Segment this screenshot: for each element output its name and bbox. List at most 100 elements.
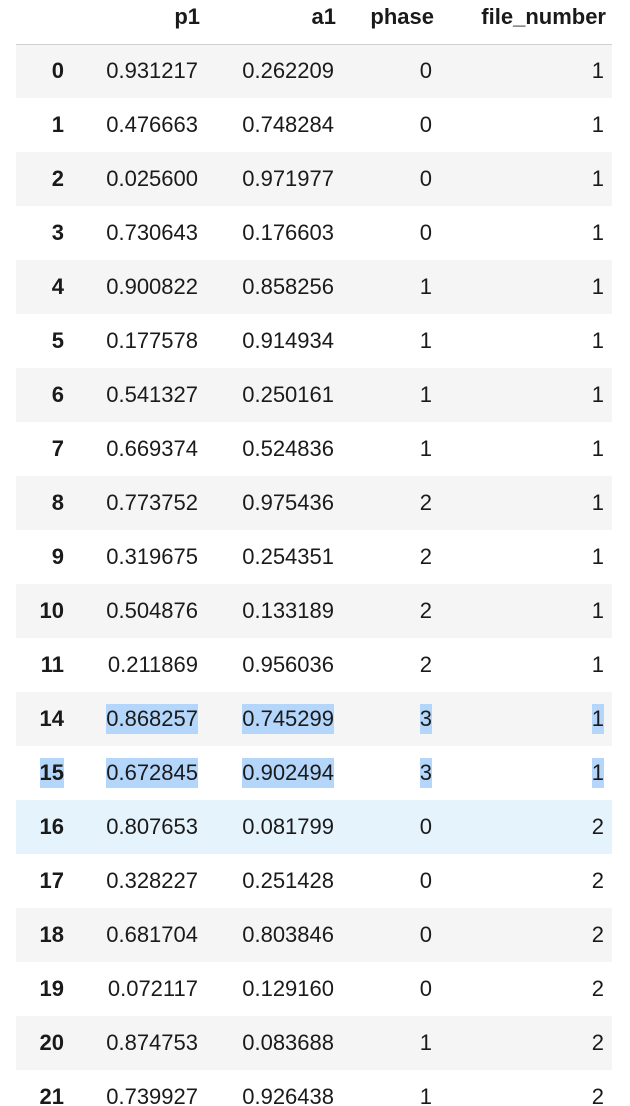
table-row[interactable]: 16 0.807653 0.081799 0 2 <box>16 800 612 854</box>
cell-phase[interactable]: 1 <box>342 314 440 368</box>
cell-phase[interactable]: 0 <box>342 908 440 962</box>
table-row[interactable]: 14 0.868257 0.745299 3 1 <box>16 692 612 746</box>
cell-p1[interactable]: 0.177578 <box>70 314 206 368</box>
table-row[interactable]: 1 0.476663 0.748284 0 1 <box>16 98 612 152</box>
cell-p1[interactable]: 0.025600 <box>70 152 206 206</box>
cell-a1[interactable]: 0.971977 <box>206 152 342 206</box>
cell-p1[interactable]: 0.672845 <box>70 746 206 800</box>
cell-phase[interactable]: 2 <box>342 584 440 638</box>
cell-a1[interactable]: 0.956036 <box>206 638 342 692</box>
cell-a1[interactable]: 0.083688 <box>206 1016 342 1070</box>
cell-a1[interactable]: 0.926438 <box>206 1070 342 1106</box>
table-row[interactable]: 17 0.328227 0.251428 0 2 <box>16 854 612 908</box>
cell-file-number[interactable]: 2 <box>440 854 612 908</box>
cell-file-number[interactable]: 1 <box>440 422 612 476</box>
cell-a1[interactable]: 0.858256 <box>206 260 342 314</box>
cell-file-number[interactable]: 1 <box>440 692 612 746</box>
cell-a1[interactable]: 0.176603 <box>206 206 342 260</box>
cell-a1[interactable]: 0.745299 <box>206 692 342 746</box>
table-row[interactable]: 20 0.874753 0.083688 1 2 <box>16 1016 612 1070</box>
cell-p1[interactable]: 0.669374 <box>70 422 206 476</box>
cell-p1[interactable]: 0.211869 <box>70 638 206 692</box>
cell-p1[interactable]: 0.072117 <box>70 962 206 1016</box>
cell-a1[interactable]: 0.081799 <box>206 800 342 854</box>
table-row[interactable]: 0 0.931217 0.262209 0 1 <box>16 44 612 98</box>
cell-p1[interactable]: 0.541327 <box>70 368 206 422</box>
cell-p1[interactable]: 0.504876 <box>70 584 206 638</box>
cell-p1[interactable]: 0.773752 <box>70 476 206 530</box>
cell-p1[interactable]: 0.681704 <box>70 908 206 962</box>
cell-p1[interactable]: 0.807653 <box>70 800 206 854</box>
cell-a1[interactable]: 0.254351 <box>206 530 342 584</box>
cell-p1[interactable]: 0.319675 <box>70 530 206 584</box>
table-row[interactable]: 5 0.177578 0.914934 1 1 <box>16 314 612 368</box>
cell-file-number[interactable]: 1 <box>440 368 612 422</box>
table-row[interactable]: 21 0.739927 0.926438 1 2 <box>16 1070 612 1106</box>
cell-phase[interactable]: 0 <box>342 962 440 1016</box>
cell-file-number[interactable]: 2 <box>440 908 612 962</box>
cell-phase[interactable]: 0 <box>342 152 440 206</box>
cell-phase[interactable]: 1 <box>342 368 440 422</box>
cell-file-number[interactable]: 1 <box>440 638 612 692</box>
table-row[interactable]: 6 0.541327 0.250161 1 1 <box>16 368 612 422</box>
cell-phase[interactable]: 3 <box>342 692 440 746</box>
table-row[interactable]: 4 0.900822 0.858256 1 1 <box>16 260 612 314</box>
cell-p1[interactable]: 0.874753 <box>70 1016 206 1070</box>
cell-a1[interactable]: 0.250161 <box>206 368 342 422</box>
cell-a1[interactable]: 0.975436 <box>206 476 342 530</box>
cell-phase[interactable]: 1 <box>342 260 440 314</box>
cell-file-number[interactable]: 1 <box>440 98 612 152</box>
cell-a1[interactable]: 0.902494 <box>206 746 342 800</box>
cell-a1[interactable]: 0.129160 <box>206 962 342 1016</box>
cell-file-number[interactable]: 1 <box>440 206 612 260</box>
cell-a1[interactable]: 0.133189 <box>206 584 342 638</box>
cell-phase[interactable]: 2 <box>342 638 440 692</box>
cell-file-number[interactable]: 1 <box>440 476 612 530</box>
table-row[interactable]: 2 0.025600 0.971977 0 1 <box>16 152 612 206</box>
cell-file-number[interactable]: 1 <box>440 746 612 800</box>
cell-p1[interactable]: 0.730643 <box>70 206 206 260</box>
cell-phase[interactable]: 0 <box>342 206 440 260</box>
cell-p1[interactable]: 0.476663 <box>70 98 206 152</box>
cell-a1[interactable]: 0.251428 <box>206 854 342 908</box>
cell-phase[interactable]: 0 <box>342 854 440 908</box>
cell-p1[interactable]: 0.328227 <box>70 854 206 908</box>
cell-p1[interactable]: 0.900822 <box>70 260 206 314</box>
cell-phase[interactable]: 0 <box>342 44 440 98</box>
cell-phase[interactable]: 2 <box>342 476 440 530</box>
cell-phase[interactable]: 3 <box>342 746 440 800</box>
cell-file-number[interactable]: 1 <box>440 530 612 584</box>
table-row[interactable]: 8 0.773752 0.975436 2 1 <box>16 476 612 530</box>
table-row[interactable]: 9 0.319675 0.254351 2 1 <box>16 530 612 584</box>
cell-file-number[interactable]: 1 <box>440 152 612 206</box>
cell-file-number[interactable]: 2 <box>440 1016 612 1070</box>
cell-file-number[interactable]: 1 <box>440 314 612 368</box>
cell-a1[interactable]: 0.914934 <box>206 314 342 368</box>
table-row[interactable]: 19 0.072117 0.129160 0 2 <box>16 962 612 1016</box>
cell-phase[interactable]: 0 <box>342 800 440 854</box>
cell-phase[interactable]: 1 <box>342 422 440 476</box>
cell-a1[interactable]: 0.524836 <box>206 422 342 476</box>
cell-file-number[interactable]: 1 <box>440 584 612 638</box>
cell-file-number[interactable]: 2 <box>440 800 612 854</box>
table-row[interactable]: 18 0.681704 0.803846 0 2 <box>16 908 612 962</box>
cell-file-number[interactable]: 1 <box>440 260 612 314</box>
cell-file-number[interactable]: 2 <box>440 962 612 1016</box>
cell-a1[interactable]: 0.748284 <box>206 98 342 152</box>
cell-file-number[interactable]: 2 <box>440 1070 612 1106</box>
cell-p1[interactable]: 0.868257 <box>70 692 206 746</box>
cell-a1[interactable]: 0.803846 <box>206 908 342 962</box>
table-row[interactable]: 11 0.211869 0.956036 2 1 <box>16 638 612 692</box>
cell-phase[interactable]: 2 <box>342 530 440 584</box>
cell-phase[interactable]: 1 <box>342 1070 440 1106</box>
table-row[interactable]: 15 0.672845 0.902494 3 1 <box>16 746 612 800</box>
cell-p1[interactable]: 0.739927 <box>70 1070 206 1106</box>
cell-p1[interactable]: 0.931217 <box>70 44 206 98</box>
table-row[interactable]: 10 0.504876 0.133189 2 1 <box>16 584 612 638</box>
table-row[interactable]: 3 0.730643 0.176603 0 1 <box>16 206 612 260</box>
cell-a1[interactable]: 0.262209 <box>206 44 342 98</box>
cell-phase[interactable]: 0 <box>342 98 440 152</box>
cell-file-number[interactable]: 1 <box>440 44 612 98</box>
table-row[interactable]: 7 0.669374 0.524836 1 1 <box>16 422 612 476</box>
cell-phase[interactable]: 1 <box>342 1016 440 1070</box>
